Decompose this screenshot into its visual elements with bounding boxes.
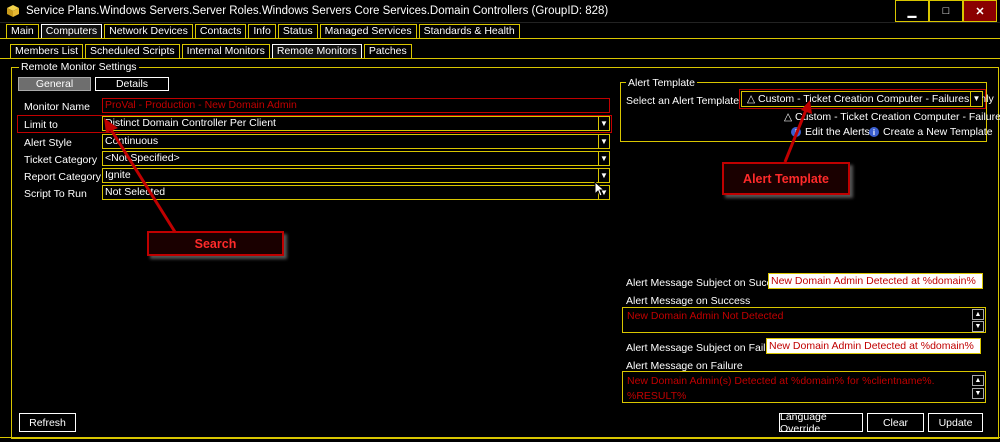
alert-template-arrow [783,109,808,163]
subject-failure-input[interactable]: New Domain Admin Detected at %domain% [766,338,981,354]
alert-template-callout: Alert Template [722,162,850,195]
scroll-up-icon[interactable]: ▲ [972,309,984,320]
bottom-divider [0,437,1000,438]
success-message-value: New Domain Admin Not Detected [627,310,784,322]
refresh-button[interactable]: Refresh [19,413,76,432]
subject-success-label: Alert Message Subject on Success: [626,277,792,289]
failure-message-line-2: %RESULT% [627,390,687,402]
subject-success-input[interactable]: New Domain Admin Detected at %domain% [768,273,983,289]
success-message-textarea[interactable]: New Domain Admin Not Detected ▲ ▼ [622,307,986,333]
success-message-label: Alert Message on Success [626,295,751,307]
search-arrow [108,127,177,233]
scroll-down-icon[interactable]: ▼ [972,388,984,399]
alert-template-arrowhead [801,100,812,114]
failure-message-line-1: New Domain Admin(s) Detected at %domain%… [627,375,935,387]
scroll-down-icon[interactable]: ▼ [972,321,984,332]
clear-button[interactable]: Clear [867,413,924,432]
update-button[interactable]: Update [928,413,983,432]
language-override-button[interactable]: Language Override [779,411,863,435]
failure-message-textarea[interactable]: New Domain Admin(s) Detected at %domain%… [622,371,986,403]
search-arrowhead [104,118,118,133]
search-callout: Search [147,231,284,256]
scroll-up-icon[interactable]: ▲ [972,375,984,386]
subject-failure-label: Alert Message Subject on Failure: [626,342,784,354]
